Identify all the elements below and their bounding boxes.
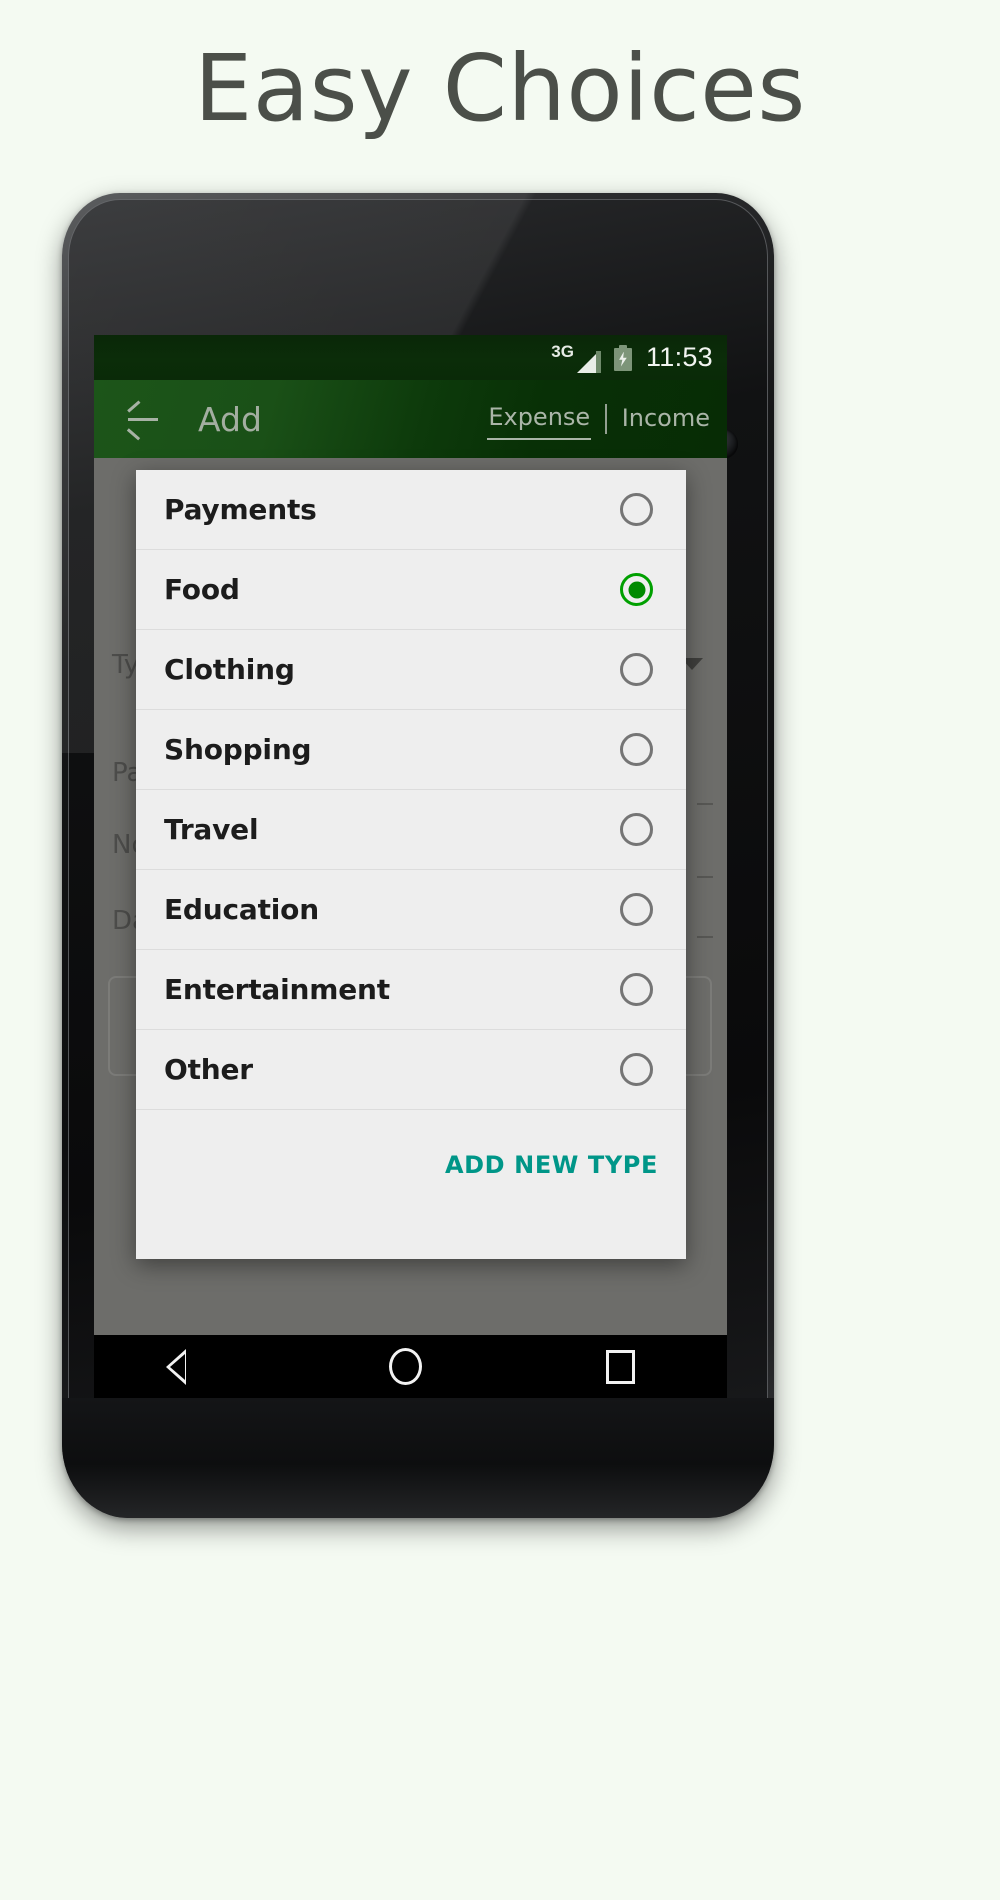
radio-button[interactable] [620, 653, 653, 686]
field-underline [697, 876, 713, 878]
list-item[interactable]: Payments [136, 470, 686, 550]
type-chooser-dialog: Payments Food Clothing Shopping Travel E… [136, 470, 686, 1259]
app-bar-title: Add [198, 399, 262, 439]
network-type-label: 3G [551, 341, 574, 361]
list-item[interactable]: Education [136, 870, 686, 950]
option-label: Other [164, 1053, 253, 1086]
dialog-action-bar: ADD NEW TYPE [136, 1110, 686, 1219]
radio-button[interactable] [620, 493, 653, 526]
page-title: Easy Choices [194, 35, 806, 142]
radio-button[interactable] [620, 973, 653, 1006]
tab-income[interactable]: Income [621, 400, 711, 439]
list-item[interactable]: Other [136, 1030, 686, 1110]
nav-back-triangle-icon[interactable] [165, 1348, 206, 1385]
option-label: Entertainment [164, 973, 390, 1006]
status-bar: 3G 11:53 [94, 335, 727, 380]
expense-income-toggle: Expense Income [487, 399, 711, 440]
option-label: Payments [164, 493, 317, 526]
option-label: Food [164, 573, 240, 606]
nav-home-circle-icon[interactable] [389, 1348, 423, 1385]
device-chin [62, 1398, 774, 1518]
radio-button[interactable] [620, 813, 653, 846]
add-new-type-button[interactable]: ADD NEW TYPE [445, 1151, 658, 1179]
phone-screen: 3G 11:53 Add Expense Income Typ Pa No Da [94, 335, 727, 1398]
option-label: Shopping [164, 733, 312, 766]
list-item[interactable]: Travel [136, 790, 686, 870]
segment-divider [605, 404, 607, 434]
field-underline [697, 803, 713, 805]
network-status-group: 3G [551, 343, 601, 373]
signal-bars-icon [576, 349, 601, 373]
option-label: Clothing [164, 653, 295, 686]
back-arrow-icon[interactable] [122, 397, 166, 441]
option-label: Education [164, 893, 319, 926]
list-item[interactable]: Shopping [136, 710, 686, 790]
nav-recents-square-icon[interactable] [606, 1349, 636, 1384]
radio-button[interactable] [620, 893, 653, 926]
list-item[interactable]: Entertainment [136, 950, 686, 1030]
radio-button[interactable] [620, 1053, 653, 1086]
status-bar-clock: 11:53 [645, 342, 713, 372]
field-underline [697, 936, 713, 938]
list-item[interactable]: Clothing [136, 630, 686, 710]
android-navigation-bar [94, 1335, 727, 1398]
tab-expense[interactable]: Expense [487, 399, 592, 440]
radio-button[interactable] [620, 733, 653, 766]
app-bar: Add Expense Income [94, 380, 727, 458]
radio-button-selected[interactable] [620, 573, 653, 606]
option-label: Travel [164, 813, 259, 846]
battery-charging-icon [613, 344, 632, 371]
list-item[interactable]: Food [136, 550, 686, 630]
